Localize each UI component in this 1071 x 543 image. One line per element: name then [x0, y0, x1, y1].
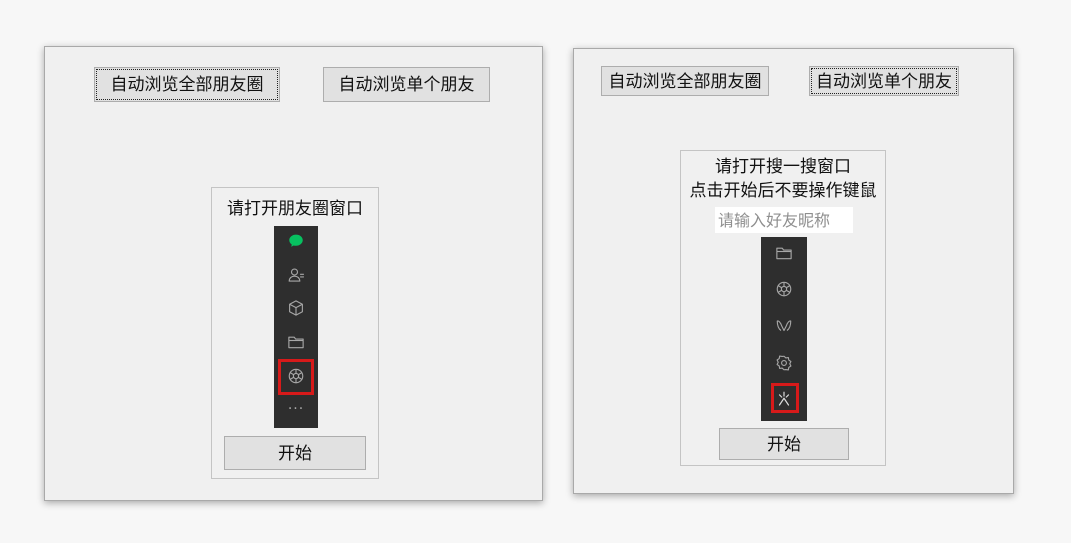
window-browse-single: 自动浏览全部朋友圈 自动浏览单个朋友 请打开搜一搜窗口 点击开始后不要操作键鼠 … [573, 48, 1014, 494]
moments-highlight-box [278, 359, 314, 395]
contacts-icon [285, 264, 307, 286]
moments-icon [773, 278, 795, 300]
more-glyph: ··· [287, 401, 305, 417]
window-browse-all: 自动浏览全部朋友圈 自动浏览单个朋友 请打开朋友圈窗口 ··· 开始 [44, 46, 543, 501]
instruction-line-1: 请打开搜一搜窗口 [715, 157, 851, 177]
instruction-panel: 请打开搜一搜窗口 点击开始后不要操作键鼠 开始 [680, 150, 886, 466]
more-icon: ··· [285, 398, 307, 420]
tab-browse-all-moments-button[interactable]: 自动浏览全部朋友圈 [94, 67, 280, 102]
instruction-line-2: 点击开始后不要操作键鼠 [689, 181, 877, 201]
chat-icon [285, 230, 307, 252]
wechat-sidebar-preview [761, 237, 807, 421]
instruction-panel: 请打开朋友圈窗口 ··· 开始 [211, 187, 379, 479]
miniprogram-icon [773, 352, 795, 374]
tab-browse-all-moments-button[interactable]: 自动浏览全部朋友圈 [601, 66, 769, 96]
search-highlight-box [771, 383, 799, 413]
wechat-sidebar-preview: ··· [274, 226, 318, 428]
folder-icon [773, 242, 795, 264]
start-button[interactable]: 开始 [719, 428, 849, 460]
folder-icon [285, 331, 307, 353]
start-button[interactable]: 开始 [224, 436, 366, 470]
box-icon [285, 297, 307, 319]
channels-icon [773, 315, 795, 337]
friend-nickname-input[interactable] [715, 207, 853, 233]
tab-browse-single-friend-button[interactable]: 自动浏览单个朋友 [323, 67, 490, 102]
instruction-text: 请打开朋友圈窗口 [227, 199, 363, 219]
tab-browse-single-friend-button[interactable]: 自动浏览单个朋友 [809, 66, 959, 96]
